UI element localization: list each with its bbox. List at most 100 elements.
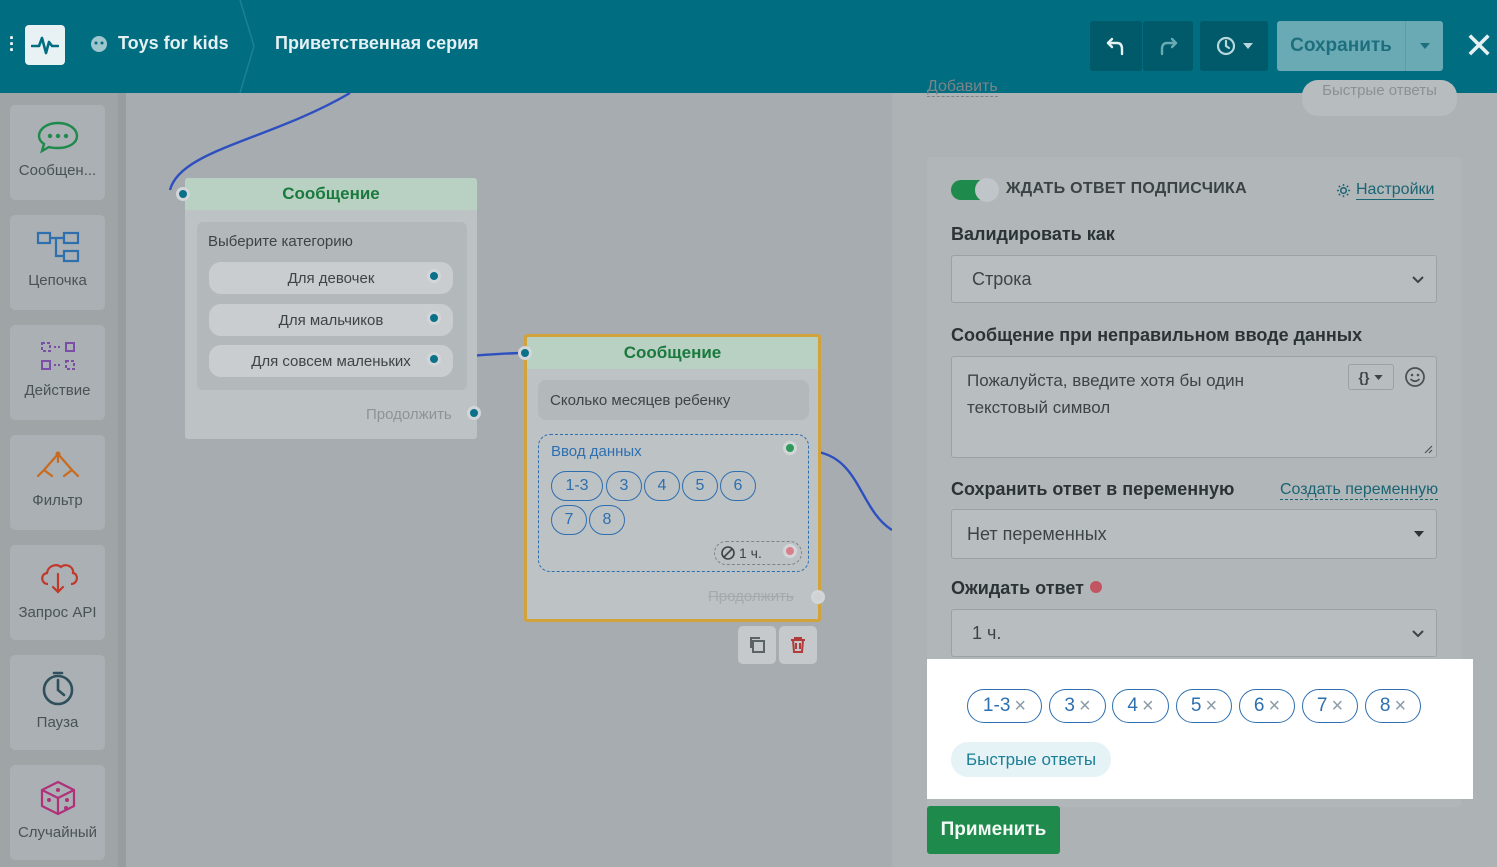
quick-reply-text: 8 (1379, 695, 1391, 716)
gear-icon (1336, 183, 1351, 198)
node-quick-reply-chip: 7 (551, 505, 587, 535)
chevron-down-icon (1412, 276, 1424, 284)
node-continue-label: Продолжить (708, 588, 794, 605)
save-variable-label: Сохранить ответ в переменную (951, 479, 1235, 499)
chat-bubble-icon (37, 121, 78, 154)
quick-reply-chip[interactable]: 4 × (1112, 689, 1169, 723)
chevron-down-icon (1419, 43, 1430, 49)
undo-button[interactable] (1090, 21, 1142, 71)
message-node-categories[interactable]: Сообщение Выберите категорию Для девочек… (185, 178, 481, 439)
remove-icon[interactable]: × (1394, 696, 1406, 716)
validate-label: Валидировать как (951, 224, 1115, 244)
validate-select[interactable]: Строка (951, 255, 1437, 303)
save-button[interactable]: Сохранить (1277, 21, 1443, 71)
data-input-title: Ввод данных (551, 443, 642, 460)
data-input-block[interactable]: Ввод данных 1-3 3 4 5 6 7 8 1 ч. (538, 434, 809, 572)
variable-value: Нет переменных (967, 523, 1107, 544)
copy-icon (750, 637, 765, 653)
quick-replies-tag[interactable]: Быстрые ответы (1302, 80, 1457, 116)
quick-reply-chip[interactable]: 1-3 × (967, 689, 1042, 723)
continue-port[interactable] (811, 590, 825, 604)
insert-variable-button[interactable]: {} (1348, 364, 1394, 390)
tool-random-label: Случайный (17, 824, 98, 841)
node-quick-reply-chip: 6 (720, 471, 756, 501)
remove-icon[interactable]: × (1079, 696, 1091, 716)
quick-reply-chip[interactable]: 6 × (1239, 689, 1295, 723)
wait-timer-text: 1 ч. (739, 545, 762, 561)
quick-reply-text: 1-3 (982, 695, 1011, 716)
remove-icon[interactable]: × (1331, 696, 1343, 716)
remove-icon[interactable]: × (1268, 696, 1280, 716)
node-button-boys[interactable]: Для мальчиков (209, 304, 453, 336)
tool-chain[interactable]: Цепочка (10, 215, 105, 310)
chevron-down-icon (1412, 630, 1424, 638)
node-message-text: Выберите категорию (208, 233, 353, 250)
node-header: Сообщение (527, 337, 818, 369)
history-icon (1216, 36, 1236, 56)
copy-node-button[interactable] (738, 626, 776, 664)
project-selector[interactable]: Toys for kids (90, 33, 229, 54)
remove-icon[interactable]: × (1142, 696, 1154, 716)
validate-value: Строка (972, 268, 1032, 289)
error-message-text: Пожалуйста, введите хотя бы один текстов… (967, 371, 1245, 417)
filter-icon (36, 451, 79, 478)
output-port[interactable] (427, 269, 441, 283)
tool-api-request[interactable]: Запрос API (10, 545, 105, 640)
node-button-girls[interactable]: Для девочек (209, 262, 453, 294)
settings-link[interactable]: Настройки (1336, 181, 1435, 200)
apply-button[interactable]: Применить (927, 806, 1060, 854)
output-port[interactable] (427, 311, 441, 325)
node-button-toddlers[interactable]: Для совсем маленьких (209, 345, 453, 377)
tool-chain-label: Цепочка (28, 272, 87, 289)
redo-icon (1160, 37, 1178, 56)
cloud-api-icon (40, 564, 78, 594)
quick-reply-text: 3 (1064, 695, 1075, 716)
quick-reply-chip[interactable]: 7 × (1302, 689, 1358, 723)
dice-icon (40, 780, 75, 816)
remove-icon[interactable]: × (1205, 696, 1217, 716)
reply-port[interactable] (783, 441, 797, 455)
app-logo-icon[interactable] (25, 25, 65, 65)
timeout-port[interactable] (783, 544, 797, 558)
resize-handle-icon[interactable] (1423, 444, 1433, 454)
remove-icon[interactable]: × (1014, 696, 1026, 716)
chevron-down-icon (1414, 531, 1424, 537)
quick-replies-button[interactable]: Быстрые ответы (951, 742, 1111, 777)
create-variable-link[interactable]: Создать переменную (1280, 481, 1439, 500)
stopwatch-icon (42, 671, 73, 706)
message-node-age[interactable]: Сообщение Сколько месяцев ребенку Ввод д… (524, 334, 825, 622)
variable-select[interactable]: Нет переменных (951, 509, 1437, 559)
tool-filter[interactable]: Фильтр (10, 435, 105, 530)
tool-random[interactable]: Случайный (10, 765, 105, 860)
save-options-caret[interactable] (1405, 21, 1443, 71)
emoji-icon[interactable] (1404, 366, 1426, 388)
wait-answer-select[interactable]: 1 ч. (951, 609, 1437, 657)
menu-dots-icon[interactable]: · · · (9, 29, 15, 59)
add-link[interactable]: Добавить (927, 78, 998, 97)
output-port[interactable] (427, 352, 441, 366)
close-icon[interactable]: ✕ (1464, 28, 1494, 64)
delete-node-button[interactable] (779, 626, 817, 664)
tool-pause[interactable]: Пауза (10, 655, 105, 750)
save-button-label: Сохранить (1290, 35, 1392, 56)
continue-port[interactable] (467, 406, 481, 420)
quick-reply-text: 6 (1253, 695, 1265, 716)
wait-answer-value: 1 ч. (972, 622, 1002, 643)
redo-button[interactable] (1143, 21, 1193, 71)
quick-reply-chip[interactable]: 3 × (1049, 689, 1106, 723)
flowchart-icon (36, 231, 79, 263)
error-message-textarea[interactable]: Пожалуйста, введите хотя бы один текстов… (951, 356, 1437, 458)
quick-reply-chip[interactable]: 8 × (1365, 689, 1421, 723)
input-port[interactable] (518, 346, 532, 360)
tool-message[interactable]: Сообщен... (10, 105, 105, 200)
tool-action[interactable]: Действие (10, 325, 105, 420)
quick-reply-text: 4 (1127, 695, 1138, 716)
toggle-knob (975, 178, 999, 202)
history-button[interactable] (1200, 21, 1268, 71)
input-port[interactable] (176, 187, 190, 201)
quick-reply-chip[interactable]: 5 × (1176, 689, 1232, 723)
sidebar-scrollbar[interactable] (118, 93, 126, 867)
project-name: Toys for kids (118, 33, 229, 53)
wait-reply-toggle[interactable] (951, 178, 999, 202)
error-message-label: Сообщение при неправильном вводе данных (951, 325, 1363, 345)
